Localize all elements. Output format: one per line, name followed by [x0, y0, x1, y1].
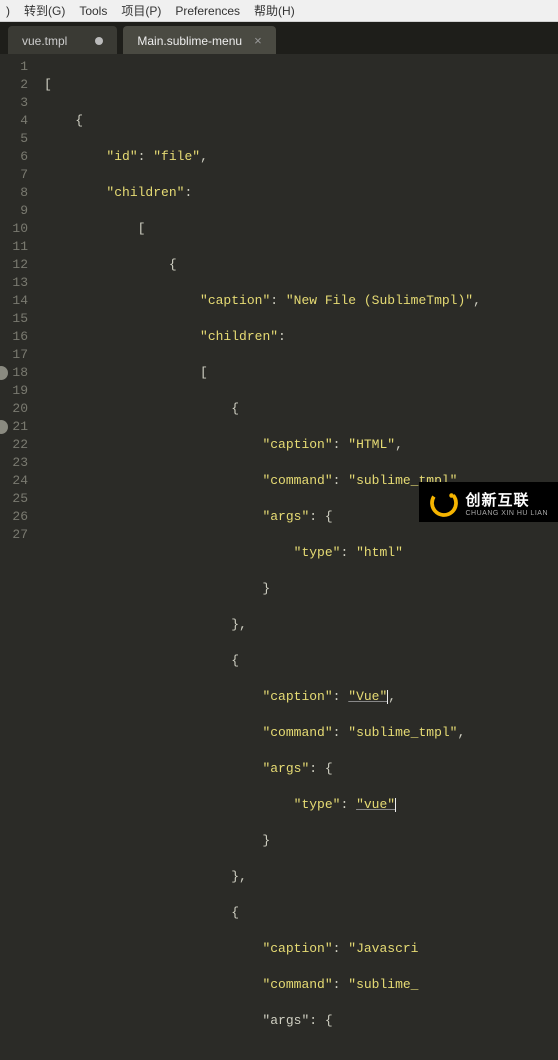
code-line: {: [44, 653, 239, 668]
code-line: {: [44, 401, 239, 416]
tab-vue-tmpl[interactable]: vue.tmpl: [8, 26, 117, 54]
menu-partial: ): [6, 4, 10, 18]
logo-icon: [429, 488, 459, 518]
gutter: 12345 678910 1112131415 1617181920 21222…: [0, 54, 36, 527]
watermark-logo: 创新互联 CHUANG XIN HU LIAN: [419, 482, 558, 522]
menu-preferences[interactable]: Preferences: [175, 4, 240, 18]
code-line: }: [44, 833, 270, 848]
code-line: "args": {: [44, 1013, 333, 1028]
logo-subtext: CHUANG XIN HU LIAN: [465, 510, 548, 517]
code-line: {: [44, 113, 83, 128]
logo-text: 创新互联: [465, 489, 548, 510]
code-line: [: [44, 365, 208, 380]
menu-help[interactable]: 帮助(H): [254, 2, 295, 19]
code-line: [: [44, 221, 145, 236]
code-line: {: [44, 905, 239, 920]
tab-main-sublime-menu[interactable]: Main.sublime-menu ×: [123, 26, 275, 54]
cursor-icon: [395, 798, 396, 812]
editor[interactable]: 12345 678910 1112131415 1617181920 21222…: [0, 54, 558, 527]
code-area[interactable]: [ { "id": "file", "children": [ { "capti…: [36, 54, 481, 527]
code-line: },: [44, 617, 247, 632]
menu-project[interactable]: 项目(P): [121, 2, 161, 19]
close-icon[interactable]: ×: [254, 33, 262, 48]
dirty-indicator-icon: [95, 37, 103, 45]
code-line: }: [44, 581, 270, 596]
tab-label: Main.sublime-menu: [137, 34, 242, 48]
menu-tools[interactable]: Tools: [79, 4, 107, 18]
tab-label: vue.tmpl: [22, 34, 67, 48]
menu-bar: ) 转到(G) Tools 项目(P) Preferences 帮助(H): [0, 0, 558, 22]
tab-bar: vue.tmpl Main.sublime-menu ×: [0, 22, 558, 54]
code-line: [: [44, 77, 52, 92]
menu-goto[interactable]: 转到(G): [24, 2, 65, 19]
code-line: },: [44, 869, 247, 884]
code-line: {: [44, 257, 177, 272]
